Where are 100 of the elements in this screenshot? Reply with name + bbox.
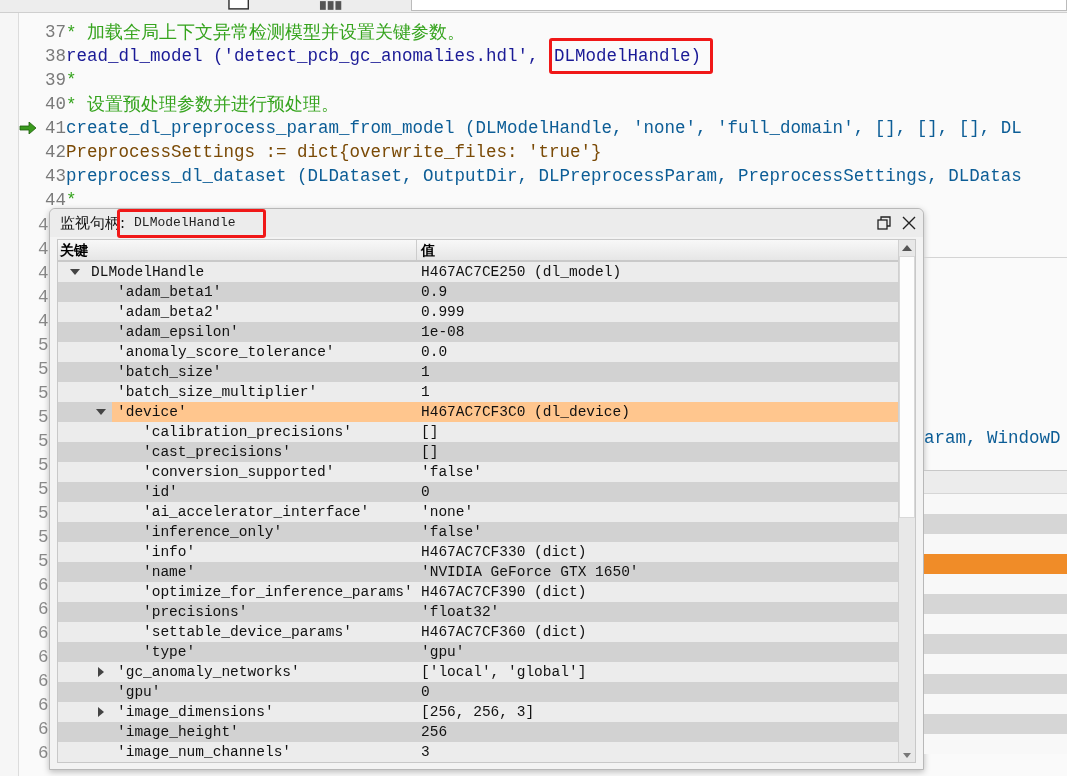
- value-text: 1: [421, 364, 430, 380]
- line-number: 6: [38, 647, 49, 667]
- value-text: ['local', 'global']: [421, 664, 587, 680]
- key-text: 'image_height': [117, 724, 239, 740]
- line-number: 4: [38, 263, 49, 283]
- table-row[interactable]: [924, 674, 1067, 694]
- key-text: 'image_num_channels': [117, 744, 292, 760]
- editor-tab[interactable]: [410, 0, 1067, 11]
- column-header[interactable]: 值: [417, 240, 435, 260]
- tree-row[interactable]: 'cast_precisions' []: [58, 442, 898, 462]
- tree-row[interactable]: 'adam_beta1' 0.9: [58, 282, 898, 302]
- table-row[interactable]: [924, 514, 1067, 534]
- code-text: preprocess_dl_dataset (DLDataset, OutputDir, DLPreprocessParam, PreprocessSettings, DLDatas: [66, 166, 1022, 186]
- line-number: 42: [44, 142, 66, 162]
- key-text: 'calibration_precisions': [143, 424, 352, 440]
- line-number: 5: [38, 527, 49, 547]
- collapse-triangle-icon[interactable]: [70, 269, 80, 275]
- tree-row[interactable]: 'image_num_channels' 3: [58, 742, 898, 762]
- key-text: 'precisions': [143, 604, 248, 620]
- column-header[interactable]: 关键: [58, 240, 417, 260]
- tree-row[interactable]: 'anomaly_score_tolerance' 0.0: [58, 342, 898, 362]
- tree-row[interactable]: 'batch_size_multiplier' 1: [58, 382, 898, 402]
- tree-row[interactable]: 'optimize_for_inference_params' H467AC7CF390 (dict): [58, 582, 898, 602]
- key-text: 'batch_size_multiplier': [117, 384, 318, 400]
- key-text: 'inference_only': [143, 524, 283, 540]
- restore-icon: [877, 216, 891, 230]
- tree-row[interactable]: 'image_height' 256: [58, 722, 898, 742]
- tree-row[interactable]: 'type' 'gpu': [58, 642, 898, 662]
- document-icon[interactable]: [228, 0, 250, 10]
- table-row[interactable]: [924, 734, 1067, 754]
- code-text: * 加载全局上下文异常检测模型并设置关键参数。: [66, 22, 465, 44]
- key-text: 'adam_epsilon': [117, 324, 239, 340]
- line-number: 41: [44, 118, 66, 138]
- tree-row[interactable]: 'settable_device_params' H467AC7CF360 (dict): [58, 622, 898, 642]
- key-text: 'name': [143, 564, 196, 580]
- scroll-thumb[interactable]: [899, 256, 915, 518]
- line-number: 37: [44, 22, 66, 42]
- tree-row[interactable]: 'precisions' 'float32': [58, 602, 898, 622]
- table-row[interactable]: [924, 694, 1067, 714]
- tree-row[interactable]: DLModelHandle H467AC7CE250 (dl_model): [58, 262, 898, 282]
- line-number: 38: [44, 46, 66, 66]
- value-text: 0.0: [421, 344, 448, 360]
- tree-row[interactable]: 'calibration_precisions' []: [58, 422, 898, 442]
- key-text: 'image_dimensions': [117, 704, 274, 720]
- value-text: 0: [421, 684, 430, 700]
- tree-row[interactable]: 'adam_beta2' 0.999: [58, 302, 898, 322]
- value-text: H467AC7CF390 (dict): [421, 584, 587, 600]
- tree-row[interactable]: 'info' H467AC7CF330 (dict): [58, 542, 898, 562]
- value-text: 3: [421, 744, 430, 760]
- table-row[interactable]: [924, 654, 1067, 674]
- tree-row[interactable]: 'conversion_supported' 'false': [58, 462, 898, 482]
- line-number: 4: [38, 311, 49, 331]
- line-number: 4: [38, 239, 49, 259]
- tree-row[interactable]: 'ai_accelerator_interface' 'none': [58, 502, 898, 522]
- collapse-triangle-icon[interactable]: [96, 409, 106, 415]
- line-number: 4: [38, 287, 49, 307]
- tree-row[interactable]: 'gc_anomaly_networks' ['local', 'global']: [58, 662, 898, 682]
- value-text: 0.9: [421, 284, 448, 300]
- line-number: 5: [38, 479, 49, 499]
- table-row[interactable]: [924, 554, 1067, 574]
- key-text: 'id': [143, 484, 178, 500]
- scrollbar[interactable]: [898, 240, 915, 762]
- expand-triangle-icon[interactable]: [98, 707, 104, 717]
- line-number: 43: [44, 166, 66, 186]
- tree-row[interactable]: 'name' 'NVIDIA GeForce GTX 1650': [58, 562, 898, 582]
- tree-row[interactable]: 'id' 0: [58, 482, 898, 502]
- value-text: 'false': [421, 524, 482, 540]
- key-text: 'gpu': [117, 684, 161, 700]
- table-row[interactable]: [924, 714, 1067, 734]
- table-row[interactable]: [924, 494, 1067, 514]
- tree-row[interactable]: 'image_dimensions' [256, 256, 3]: [58, 702, 898, 722]
- key-text: 'type': [143, 644, 196, 660]
- value-text: 'gpu': [421, 644, 465, 660]
- line-number: 5: [38, 431, 49, 451]
- value-text: H467AC7CE250 (dl_model): [421, 264, 622, 280]
- tree-row[interactable]: 'gpu' 0: [58, 682, 898, 702]
- key-text: 'gc_anomaly_networks': [117, 664, 300, 680]
- table-row[interactable]: [924, 534, 1067, 554]
- value-text: 0.999: [421, 304, 465, 320]
- code-text: DLModelHandle): [549, 38, 714, 74]
- tree-row[interactable]: 'batch_size' 1: [58, 362, 898, 382]
- key-text: 'optimize_for_inference_params': [143, 584, 413, 600]
- table-row[interactable]: [924, 574, 1067, 594]
- code-text: * 设置预处理参数并进行预处理。: [66, 94, 339, 116]
- code-text: read_dl_model ('detect_pcb_gc_anomalies.hdl',: [66, 46, 540, 66]
- tree-row[interactable]: 'device' H467AC7CF3C0 (dl_device): [58, 402, 898, 422]
- line-number: 6: [38, 719, 49, 739]
- tree-row[interactable]: 'adam_epsilon' 1e-08: [58, 322, 898, 342]
- line-number: 39: [44, 70, 66, 90]
- value-text: []: [421, 444, 439, 460]
- line-number: 5: [38, 455, 49, 475]
- key-text: 'anomaly_score_tolerance': [117, 344, 335, 360]
- table-row[interactable]: [924, 594, 1067, 614]
- close-icon: [902, 216, 916, 230]
- table-row[interactable]: [924, 614, 1067, 634]
- expand-triangle-icon[interactable]: [98, 667, 104, 677]
- grid-icon[interactable]: [319, 0, 343, 10]
- tree-row[interactable]: 'inference_only' 'false': [58, 522, 898, 542]
- table-row[interactable]: [924, 634, 1067, 654]
- line-number: 5: [38, 359, 49, 379]
